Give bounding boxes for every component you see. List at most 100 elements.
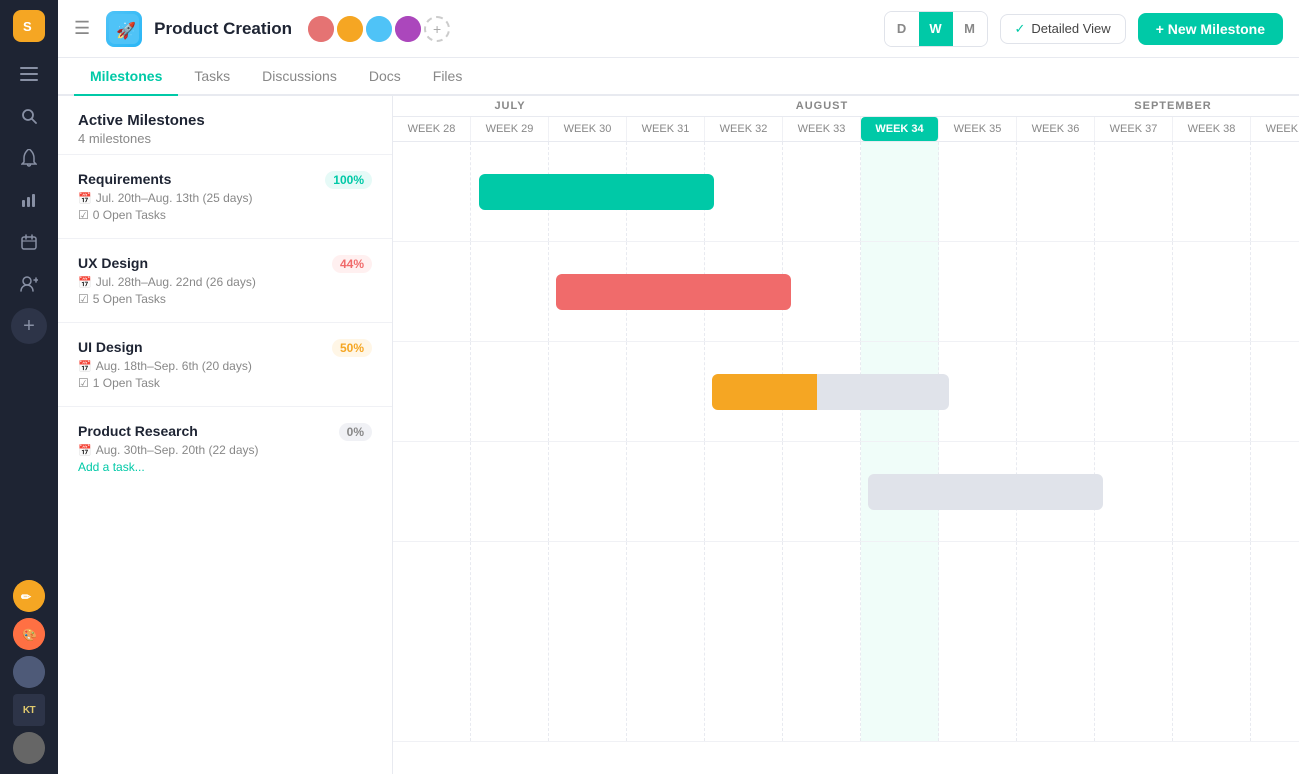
svg-text:S: S xyxy=(23,19,32,34)
week-39[interactable]: WEEK 39 xyxy=(1251,117,1299,141)
left-panel: Active Milestones 4 milestones Requireme… xyxy=(58,96,393,774)
view-day-button[interactable]: D xyxy=(885,12,919,46)
view-toggle: D W M xyxy=(884,11,988,47)
view-week-button[interactable]: W xyxy=(919,12,953,46)
bar-ux-design[interactable] xyxy=(556,274,791,310)
milestone-tasks-product: Add a task... xyxy=(78,460,372,474)
task-icon-ux: ☑ xyxy=(78,292,89,306)
gantt-cell-w39 xyxy=(1251,142,1299,241)
app-logo[interactable]: S xyxy=(13,10,45,42)
calendar-icon[interactable] xyxy=(11,224,47,260)
add-member-button[interactable]: + xyxy=(424,16,450,42)
menu-toggle-icon[interactable] xyxy=(11,56,47,92)
search-icon[interactable] xyxy=(11,98,47,134)
bar-requirements[interactable] xyxy=(479,174,714,210)
tab-discussions[interactable]: Discussions xyxy=(246,58,353,96)
week-32[interactable]: WEEK 32 xyxy=(705,117,783,141)
gantt-weeks-august: WEEK 31 WEEK 32 WEEK 33 WEEK 34 WEEK 35 xyxy=(627,117,1017,141)
header: ☰ 🚀 Product Creation + D W M xyxy=(58,0,1299,58)
team-avatar-2[interactable] xyxy=(337,16,363,42)
gantt-chart[interactable]: JULY WEEK 28 WEEK 29 WEEK 30 AUGUST WEEK… xyxy=(393,96,1299,774)
milestone-product-research[interactable]: Product Research 📅 Aug. 30th–Sep. 20th (… xyxy=(58,406,392,490)
milestone-requirements[interactable]: Requirements 📅 Jul. 20th–Aug. 13th (25 d… xyxy=(58,154,392,238)
gantt-cell-w34 xyxy=(861,142,939,241)
milestone-ux-design[interactable]: UX Design 📅 Jul. 28th–Aug. 22nd (26 days… xyxy=(58,238,392,322)
bar-product-research[interactable] xyxy=(868,474,1103,510)
tab-docs[interactable]: Docs xyxy=(353,58,417,96)
week-36[interactable]: WEEK 36 xyxy=(1017,117,1095,141)
gantt-row-ui xyxy=(393,342,1299,442)
milestone-name-ui: UI Design xyxy=(78,339,372,355)
gantt-weeks-july: WEEK 28 WEEK 29 WEEK 30 xyxy=(393,117,627,141)
week-29[interactable]: WEEK 29 xyxy=(471,117,549,141)
bar-ui-remaining[interactable] xyxy=(817,374,949,410)
gantt-cell-w38 xyxy=(1173,142,1251,241)
main-content: ☰ 🚀 Product Creation + D W M xyxy=(58,0,1299,774)
svg-text:🎨: 🎨 xyxy=(22,627,37,642)
milestone-percent-ux: 44% xyxy=(332,255,372,273)
add-project-button[interactable]: + xyxy=(11,308,47,344)
gantt-weeks-september: WEEK 36 WEEK 37 WEEK 38 WEEK 39 xyxy=(1017,117,1299,141)
view-month-button[interactable]: M xyxy=(953,12,987,46)
week-31[interactable]: WEEK 31 xyxy=(627,117,705,141)
avatar-project-2[interactable]: 🎨 xyxy=(13,618,45,650)
team-avatar-4[interactable] xyxy=(395,16,421,42)
team-avatar-3[interactable] xyxy=(366,16,392,42)
week-37[interactable]: WEEK 37 xyxy=(1095,117,1173,141)
week-38[interactable]: WEEK 38 xyxy=(1173,117,1251,141)
gantt-header: JULY WEEK 28 WEEK 29 WEEK 30 AUGUST WEEK… xyxy=(393,96,1299,142)
week-30[interactable]: WEEK 30 xyxy=(549,117,627,141)
gantt-cell-w37 xyxy=(1095,142,1173,241)
task-icon-ui: ☑ xyxy=(78,376,89,390)
project-icon: 🚀 xyxy=(106,11,142,47)
tab-files[interactable]: Files xyxy=(417,58,479,96)
detailed-view-button[interactable]: ✓ Detailed View xyxy=(1000,14,1126,44)
milestones-count: 4 milestones xyxy=(78,131,372,146)
add-task-link[interactable]: Add a task... xyxy=(78,460,145,474)
report-icon[interactable] xyxy=(11,182,47,218)
gantt-cell-w32 xyxy=(705,142,783,241)
gantt-month-september: SEPTEMBER WEEK 36 WEEK 37 WEEK 38 WEEK 3… xyxy=(1017,96,1299,141)
calendar-small-icon-product: 📅 xyxy=(78,444,92,457)
gantt-cell-w36 xyxy=(1017,142,1095,241)
avatar-user-kt[interactable]: KT xyxy=(13,694,45,726)
milestone-ui-design[interactable]: UI Design 📅 Aug. 18th–Sep. 6th (20 days)… xyxy=(58,322,392,406)
svg-text:🚀: 🚀 xyxy=(116,21,136,40)
tab-tasks[interactable]: Tasks xyxy=(178,58,246,96)
new-milestone-button[interactable]: + New Milestone xyxy=(1138,13,1283,45)
avatar-project-1[interactable]: ✏ xyxy=(13,580,45,612)
milestone-tasks-ux: ☑ 5 Open Tasks xyxy=(78,292,372,306)
gantt-cell-w33 xyxy=(783,142,861,241)
week-34[interactable]: WEEK 34 xyxy=(861,117,939,141)
milestone-percent-product: 0% xyxy=(339,423,372,441)
task-icon-requirements: ☑ xyxy=(78,208,89,222)
gantt-row-product xyxy=(393,442,1299,542)
gantt-row-empty xyxy=(393,542,1299,742)
week-28[interactable]: WEEK 28 xyxy=(393,117,471,141)
tab-milestones[interactable]: Milestones xyxy=(74,58,178,96)
gantt-cell-w28 xyxy=(393,142,471,241)
detailed-view-label: Detailed View xyxy=(1031,21,1110,36)
avatar-user-1[interactable] xyxy=(13,656,45,688)
calendar-small-icon-ux: 📅 xyxy=(78,276,92,289)
gantt-cell-w35 xyxy=(939,142,1017,241)
calendar-small-icon-ui: 📅 xyxy=(78,360,92,373)
week-33[interactable]: WEEK 33 xyxy=(783,117,861,141)
calendar-small-icon: 📅 xyxy=(78,192,92,205)
bell-icon[interactable] xyxy=(11,140,47,176)
check-icon: ✓ xyxy=(1015,21,1026,37)
milestone-name-product: Product Research xyxy=(78,423,372,439)
milestone-tasks-requirements: ☑ 0 Open Tasks xyxy=(78,208,372,222)
milestone-date-requirements: 📅 Jul. 20th–Aug. 13th (25 days) xyxy=(78,191,372,205)
team-avatar-1[interactable] xyxy=(308,16,334,42)
active-milestones-title: Active Milestones xyxy=(78,112,372,129)
add-member-icon[interactable] xyxy=(11,266,47,302)
week-35[interactable]: WEEK 35 xyxy=(939,117,1017,141)
hamburger-menu[interactable]: ☰ xyxy=(74,18,90,39)
left-panel-header: Active Milestones 4 milestones xyxy=(58,96,392,154)
nav-tabs: Milestones Tasks Discussions Docs Files xyxy=(58,58,1299,96)
bar-ui-complete[interactable] xyxy=(712,374,817,410)
project-title: Product Creation xyxy=(154,19,292,39)
avatar-user-2[interactable] xyxy=(13,732,45,764)
sidebar: S xyxy=(0,0,58,774)
